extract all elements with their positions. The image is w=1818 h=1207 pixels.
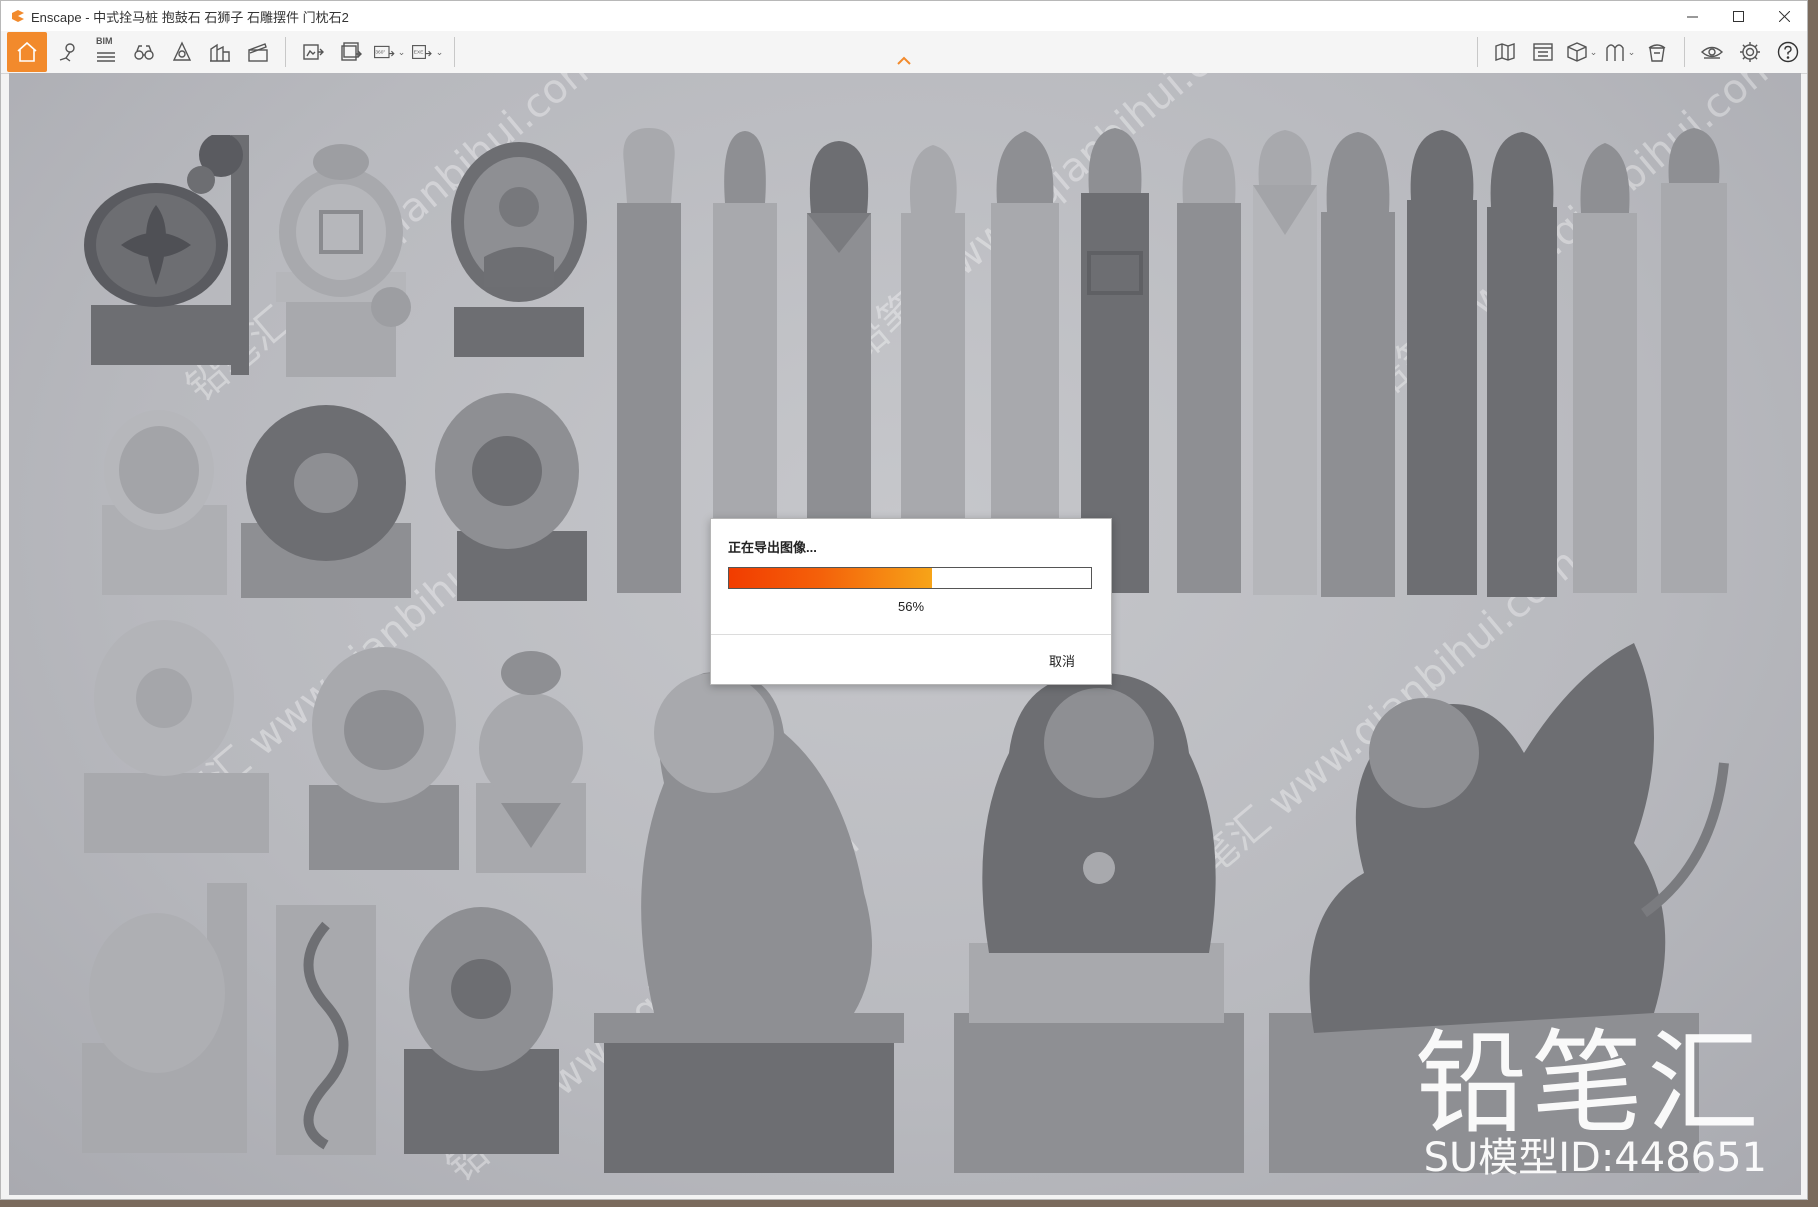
panorama-icon: 360° bbox=[373, 45, 395, 59]
toolbar-export-group: 360° ⌄ EXE ⌄ bbox=[294, 31, 446, 73]
home-icon bbox=[17, 41, 37, 62]
maximize-button[interactable] bbox=[1715, 1, 1761, 31]
exe-export-button[interactable]: EXE ⌄ bbox=[410, 35, 444, 69]
screenshot-export-icon bbox=[303, 44, 324, 60]
scene-button[interactable] bbox=[165, 35, 199, 69]
drum-stone-4a bbox=[82, 883, 247, 1153]
exe-dropdown-icon[interactable]: ⌄ bbox=[436, 47, 444, 58]
bucket-button[interactable] bbox=[1640, 35, 1674, 69]
hitching-post-10 bbox=[1407, 130, 1477, 595]
toolbar-left-group: BIM bbox=[1, 31, 277, 73]
maximize-icon bbox=[1732, 10, 1744, 22]
toolbar-separator bbox=[285, 37, 286, 67]
gear-icon bbox=[1740, 42, 1760, 62]
cube-button[interactable]: ⌄ bbox=[1564, 35, 1598, 69]
window-controls bbox=[1669, 1, 1807, 31]
hitching-post-7 bbox=[1177, 138, 1241, 593]
minimize-icon bbox=[1686, 16, 1698, 17]
progress-bar-fill bbox=[729, 568, 932, 588]
panorama-dropdown-icon[interactable]: ⌄ bbox=[398, 47, 406, 58]
drum-stone-2a bbox=[102, 410, 227, 595]
drum-stone-fu bbox=[276, 144, 411, 377]
video-editor-button[interactable] bbox=[241, 35, 275, 69]
help-icon bbox=[1777, 41, 1799, 63]
hitching-post-9 bbox=[1321, 132, 1395, 597]
svg-text:EXE: EXE bbox=[414, 50, 424, 56]
export-progress-dialog: 正在导出图像... 56% 取消 bbox=[710, 518, 1112, 685]
material-dropdown-icon[interactable]: ⌄ bbox=[1628, 47, 1636, 58]
model-id-text: SU模型ID:448651 bbox=[1423, 1135, 1767, 1181]
batch-render-icon bbox=[341, 42, 362, 61]
scene-icon bbox=[172, 41, 192, 61]
carved-panel-scroll bbox=[276, 905, 376, 1155]
drum-stone-3b bbox=[309, 647, 459, 870]
drum-stone-lotus bbox=[84, 135, 249, 375]
material-icon bbox=[1606, 44, 1624, 61]
buildings-button[interactable] bbox=[203, 35, 237, 69]
eye-icon bbox=[1700, 46, 1724, 59]
asset-library-icon bbox=[1533, 43, 1553, 61]
title-bar[interactable]: Enscape - 中式拴马桩 抱鼓石 石狮子 石雕摆件 门枕石2 bbox=[1, 1, 1807, 31]
screenshot-button[interactable] bbox=[296, 35, 330, 69]
buildings-icon bbox=[210, 43, 230, 62]
cube-icon bbox=[1567, 42, 1587, 62]
enscape-window: Enscape - 中式拴马桩 抱鼓石 石狮子 石雕摆件 门枕石2 BIM 36… bbox=[0, 0, 1808, 1200]
close-button[interactable] bbox=[1761, 1, 1807, 31]
clapper-icon bbox=[248, 43, 268, 62]
drum-stone-2c bbox=[435, 393, 587, 601]
hitching-post-12 bbox=[1573, 143, 1637, 593]
hitching-post-11 bbox=[1487, 132, 1557, 597]
stone-lion-statue bbox=[594, 671, 904, 1173]
cube-dropdown-icon[interactable]: ⌄ bbox=[1590, 47, 1598, 58]
stone-beast-statue bbox=[954, 673, 1244, 1173]
views-button[interactable] bbox=[127, 35, 161, 69]
toolbar-separator bbox=[1684, 37, 1685, 67]
settings-button[interactable] bbox=[1733, 35, 1767, 69]
visibility-button[interactable] bbox=[1695, 35, 1729, 69]
exe-export-icon: EXE bbox=[411, 45, 432, 59]
location-pin-icon bbox=[59, 43, 75, 62]
panorama-button[interactable]: 360° ⌄ bbox=[372, 35, 406, 69]
toolbar-separator bbox=[1477, 37, 1478, 67]
enscape-logo-icon bbox=[12, 10, 24, 22]
progress-bar bbox=[728, 567, 1092, 589]
hitching-post-1 bbox=[617, 128, 681, 593]
progress-percent-label: 56% bbox=[897, 599, 925, 614]
toolbar-right-group: ⌄ ⌄ bbox=[1486, 31, 1807, 73]
dialog-title: 正在导出图像... bbox=[728, 540, 817, 555]
toolbar-separator bbox=[454, 37, 455, 67]
bucket-icon bbox=[1648, 44, 1666, 62]
hitching-post-13 bbox=[1661, 128, 1727, 593]
drum-stone-4c bbox=[404, 907, 559, 1154]
map-icon bbox=[1495, 43, 1515, 61]
minimize-button[interactable] bbox=[1669, 1, 1715, 31]
svg-text:360°: 360° bbox=[375, 50, 385, 56]
window-title: Enscape - 中式拴马桩 抱鼓石 石狮子 石雕摆件 门枕石2 bbox=[31, 9, 349, 25]
drum-stone-3c bbox=[476, 651, 586, 873]
home-button[interactable] bbox=[7, 32, 47, 72]
bim-label: BIM bbox=[96, 36, 113, 46]
main-toolbar: BIM 360° ⌄ EXE ⌄ ⌄ ⌄ bbox=[1, 31, 1807, 74]
bim-button[interactable]: BIM bbox=[89, 35, 123, 69]
close-icon bbox=[1778, 10, 1790, 22]
collapse-toolbar-icon[interactable] bbox=[896, 56, 912, 66]
location-button[interactable] bbox=[51, 35, 85, 69]
material-button[interactable]: ⌄ bbox=[1602, 35, 1636, 69]
cancel-button[interactable]: 取消 bbox=[1041, 647, 1083, 674]
asset-library-button[interactable] bbox=[1526, 35, 1560, 69]
map-button[interactable] bbox=[1488, 35, 1522, 69]
binoculars-icon bbox=[134, 45, 154, 60]
batch-render-button[interactable] bbox=[334, 35, 368, 69]
drum-stone-3a bbox=[84, 620, 269, 853]
dialog-divider bbox=[711, 634, 1111, 635]
help-button[interactable] bbox=[1771, 35, 1805, 69]
drum-stone-lion-relief bbox=[451, 142, 587, 357]
drum-stone-2b bbox=[241, 405, 411, 598]
